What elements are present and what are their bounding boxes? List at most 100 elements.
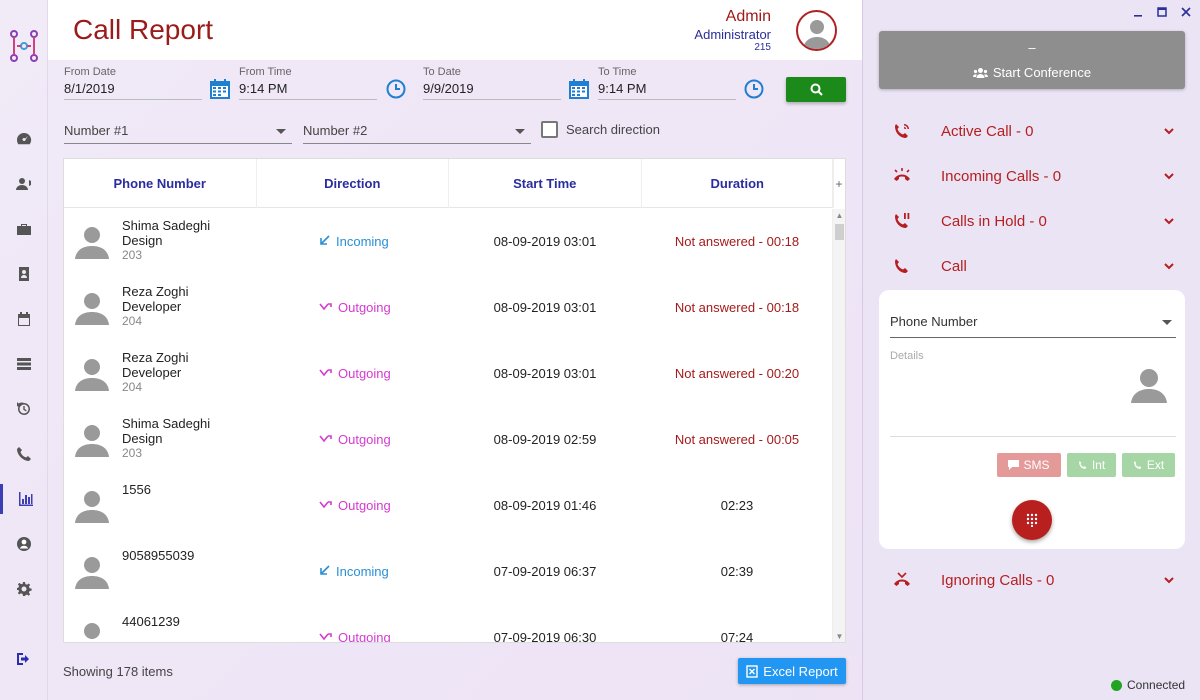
direction-cell: Outgoing (319, 300, 439, 315)
contact-extension: 204 (122, 314, 143, 328)
direction-cell: Outgoing (319, 630, 439, 642)
incoming-arrow-icon (319, 234, 330, 249)
contact-extension: 203 (122, 248, 143, 262)
search-direction-option[interactable]: Search direction (541, 121, 660, 138)
ext-label: Ext (1146, 458, 1165, 472)
avatar (74, 621, 110, 642)
phone-icon (1078, 461, 1087, 469)
contacts-icon (16, 178, 31, 190)
calendar-icon[interactable] (209, 78, 231, 100)
direction-label: Outgoing (338, 300, 391, 315)
table-row[interactable]: Reza Zoghi Developer 204 Outgoing 08-09-2019… (64, 275, 834, 341)
from-time-label: From Time (239, 66, 292, 78)
avatar[interactable] (796, 10, 837, 51)
table-header: Phone Number Direction Start Time Durati… (64, 159, 834, 208)
search-direction-checkbox[interactable] (541, 121, 558, 138)
sms-button[interactable]: SMS (997, 453, 1061, 477)
nav-history[interactable] (0, 394, 48, 424)
chevron-down-icon (515, 129, 525, 134)
chevron-down-icon (276, 129, 286, 134)
outgoing-arrow-icon (319, 300, 332, 315)
nav-profile[interactable] (0, 529, 48, 559)
direction-cell: Outgoing (319, 366, 439, 381)
conference-label-row: Start Conference (879, 65, 1185, 80)
column-header-direction[interactable]: Direction (257, 159, 449, 208)
scroll-up-icon[interactable]: ▲ (835, 211, 844, 221)
from-date-value[interactable]: 8/1/2019 (64, 78, 202, 100)
calendar-icon[interactable] (568, 78, 590, 100)
excel-report-button[interactable]: Excel Report (738, 658, 846, 684)
to-date-field[interactable]: To Date 9/9/2019 (423, 66, 561, 100)
to-time-field[interactable]: To Time 9:14 PM (598, 66, 736, 100)
contact-role: Design (122, 233, 163, 248)
from-time-value[interactable]: 9:14 PM (239, 78, 377, 100)
users-icon (972, 67, 988, 78)
table-row[interactable]: 9058955039 Incoming 07-09-2019 06:37 02:39 (64, 539, 834, 605)
table-row[interactable]: Shima Sadeghi Design 203 Outgoing 08-09-2019… (64, 407, 834, 473)
to-date-value[interactable]: 9/9/2019 (423, 78, 561, 100)
app-logo (10, 30, 38, 62)
clock-icon[interactable] (743, 78, 765, 100)
server-icon (17, 358, 31, 370)
table-row[interactable]: 1556 Outgoing 08-09-2019 01:46 02:23 (64, 473, 834, 539)
external-call-button[interactable]: Ext (1122, 453, 1175, 477)
section-active-call[interactable]: Active Call - 0 (879, 111, 1185, 151)
connection-status: Connected (1111, 678, 1185, 692)
search-button[interactable] (786, 77, 846, 102)
column-add-icon[interactable]: + (832, 159, 845, 208)
details-divider (890, 436, 1176, 437)
number2-select[interactable]: Number #2 (303, 118, 531, 144)
table-row[interactable]: Shima Sadeghi Design 203 Incoming 08-09-2019… (64, 209, 834, 275)
nav-address-book[interactable] (0, 259, 48, 289)
nav-reports[interactable] (0, 484, 48, 514)
table-row[interactable]: Reza Zoghi Developer 204 Outgoing 08-09-2019… (64, 341, 834, 407)
duration-cell: Not answered - 00:18 (674, 300, 800, 315)
from-time-field[interactable]: From Time 9:14 PM (239, 66, 377, 100)
section-ignoring-calls[interactable]: Ignoring Calls - 0 (879, 560, 1185, 600)
minimize-icon[interactable] (1133, 6, 1143, 20)
from-date-field[interactable]: From Date 8/1/2019 (64, 66, 202, 100)
to-time-value[interactable]: 9:14 PM (598, 78, 736, 100)
nav-calendar[interactable] (0, 304, 48, 334)
clock-icon[interactable] (385, 78, 407, 100)
number1-select[interactable]: Number #1 (64, 118, 292, 144)
nav-phone[interactable] (0, 439, 48, 469)
section-calls-in-hold[interactable]: Calls in Hold - 0 (879, 201, 1185, 241)
nav-briefcase[interactable] (0, 214, 48, 244)
contact-info: 44061239 (122, 614, 242, 629)
user-extension: 215 (754, 42, 771, 53)
chevron-down-icon (1164, 218, 1174, 225)
contact-avatar-icon (1131, 369, 1167, 403)
table-row[interactable]: 44061239 Outgoing 07-09-2019 06:30 07:24 (64, 605, 834, 642)
nav-contacts[interactable] (0, 169, 48, 199)
internal-call-button[interactable]: Int (1067, 453, 1116, 477)
column-header-phone-number[interactable]: Phone Number (64, 159, 257, 208)
phone-number-select[interactable]: Phone Number (890, 314, 1176, 338)
phone-incoming-icon (893, 167, 911, 185)
scroll-down-icon[interactable]: ▼ (835, 632, 844, 642)
section-incoming-calls[interactable]: Incoming Calls - 0 (879, 156, 1185, 196)
chevron-down-icon (1162, 320, 1172, 325)
avatar (74, 423, 110, 457)
user-avatar-icon (802, 20, 831, 49)
contact-role: Design (122, 431, 163, 446)
dialpad-button[interactable] (1012, 500, 1052, 540)
call-card: Phone Number Details SMS Int Ext (879, 290, 1185, 549)
logout-button[interactable] (0, 644, 48, 674)
calls-in-hold-label: Calls in Hold - 0 (941, 213, 1047, 230)
close-icon[interactable] (1181, 6, 1191, 20)
start-conference-button[interactable]: – Start Conference (879, 31, 1185, 89)
nav-server[interactable] (0, 349, 48, 379)
section-call[interactable]: Call (879, 246, 1185, 286)
to-date-label: To Date (423, 66, 461, 78)
start-time-cell: 08-09-2019 01:46 (493, 498, 597, 513)
direction-cell: Incoming (319, 234, 439, 249)
nav-dashboard[interactable] (0, 124, 48, 154)
nav-settings[interactable] (0, 574, 48, 604)
column-header-start-time[interactable]: Start Time (449, 159, 642, 208)
table-scrollbar[interactable]: ▲ ▼ (832, 209, 845, 642)
maximize-icon[interactable] (1157, 6, 1167, 20)
column-header-duration[interactable]: Duration (642, 159, 834, 208)
dialpad-icon (1026, 513, 1038, 527)
scroll-thumb[interactable] (835, 224, 844, 240)
